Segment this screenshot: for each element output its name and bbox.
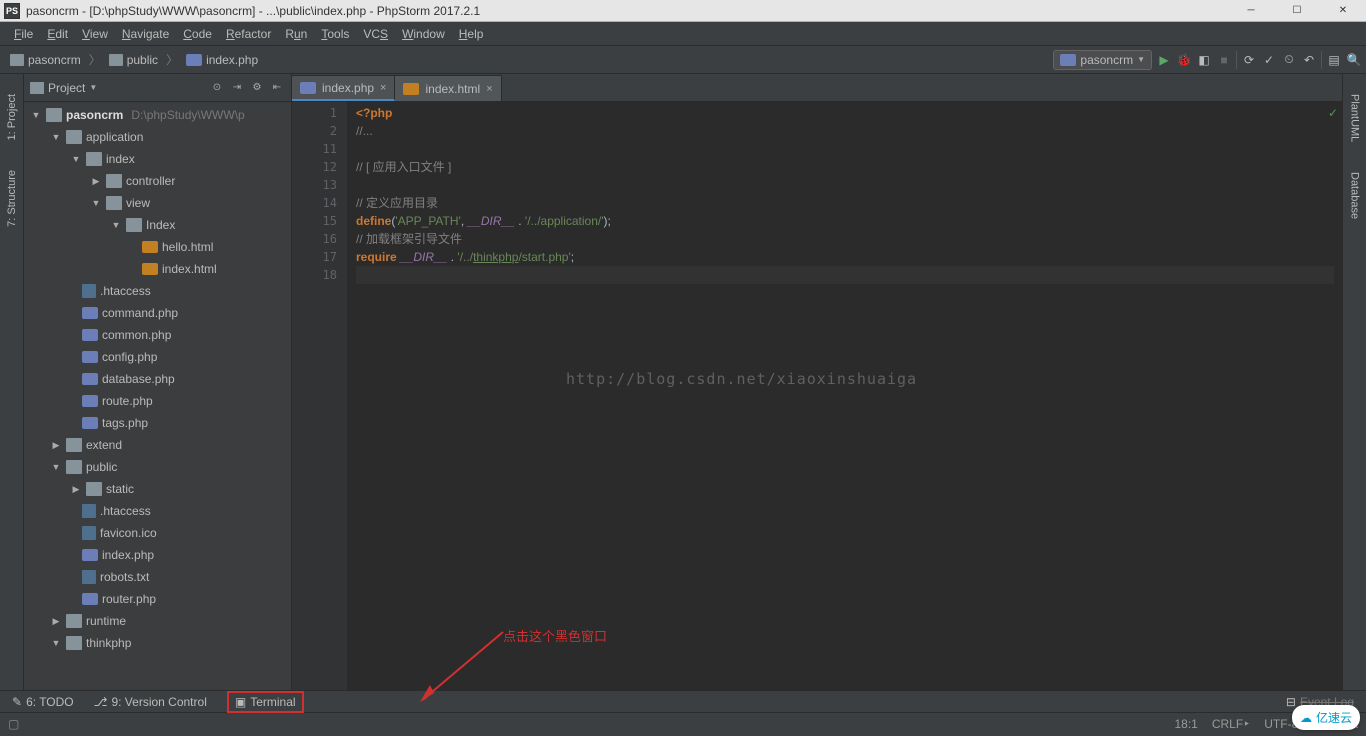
project-panel: Project▼ ⊙ ⇥ ⚙ ⇤ ▼pasoncrmD:\phpStudy\WW… xyxy=(24,74,292,690)
update-project-icon[interactable]: ⟳ xyxy=(1241,52,1257,68)
ico-file-icon xyxy=(82,526,96,540)
left-tool-strip: 1: Project 7: Structure xyxy=(0,74,24,690)
php-file-icon xyxy=(82,373,98,385)
menu-tools[interactable]: Tools xyxy=(315,25,355,43)
php-file-icon xyxy=(82,329,98,341)
breadcrumb: pasoncrm 〉 public 〉 index.php xyxy=(4,51,264,69)
php-file-icon xyxy=(82,593,98,605)
watermark: http://blog.csdn.net/xiaoxinshuaiga xyxy=(566,370,917,388)
php-file-icon xyxy=(82,549,98,561)
navbar: pasoncrm 〉 public 〉 index.php pasoncrm▼ … xyxy=(0,46,1366,74)
right-tool-strip: PlantUML Database xyxy=(1342,74,1366,690)
hide-icon[interactable]: ⇤ xyxy=(269,80,285,96)
structure-tool-button[interactable]: 7: Structure xyxy=(6,170,18,227)
menu-run[interactable]: Run xyxy=(279,25,313,43)
html-file-icon xyxy=(142,241,158,253)
status-icon[interactable]: ▢ xyxy=(8,717,19,731)
txt-file-icon xyxy=(82,570,96,584)
inspection-ok-icon[interactable]: ✓ xyxy=(1328,106,1338,120)
menu-refactor[interactable]: Refactor xyxy=(220,25,277,43)
maximize-button[interactable]: ☐ xyxy=(1274,0,1320,22)
app-icon: PS xyxy=(4,3,20,19)
tab-indexhtml[interactable]: index.html× xyxy=(395,75,501,101)
collapse-icon[interactable]: ⇥ xyxy=(229,80,245,96)
line-separator[interactable]: CRLF‣ xyxy=(1212,717,1250,731)
locate-icon[interactable]: ⊙ xyxy=(209,80,225,96)
structure-icon[interactable]: ▤ xyxy=(1326,52,1342,68)
project-tool-button[interactable]: 1: Project xyxy=(6,94,18,140)
menu-help[interactable]: Help xyxy=(453,25,490,43)
cloud-badge: ☁亿速云 xyxy=(1292,705,1360,730)
close-icon[interactable]: × xyxy=(380,82,386,94)
crumb-folder[interactable]: public xyxy=(103,51,164,69)
php-file-icon xyxy=(82,351,98,363)
php-file-icon xyxy=(82,417,98,429)
gear-icon[interactable]: ⚙ xyxy=(249,80,265,96)
run-button[interactable]: ▶ xyxy=(1156,52,1172,68)
stop-button[interactable]: ■ xyxy=(1216,52,1232,68)
menu-file[interactable]: File xyxy=(8,25,39,43)
editor-area: index.php× index.html× 12111213141516171… xyxy=(292,74,1342,690)
project-tree[interactable]: ▼pasoncrmD:\phpStudy\WWW\p ▼application … xyxy=(24,102,291,690)
menu-code[interactable]: Code xyxy=(177,25,218,43)
menu-view[interactable]: View xyxy=(76,25,114,43)
chevron-right-icon: 〉 xyxy=(89,51,101,68)
html-file-icon xyxy=(142,263,158,275)
coverage-button[interactable]: ◧ xyxy=(1196,52,1212,68)
menubar: File Edit View Navigate Code Refactor Ru… xyxy=(0,22,1366,46)
revert-icon[interactable]: ↶ xyxy=(1301,52,1317,68)
search-icon[interactable]: 🔍 xyxy=(1346,52,1362,68)
commit-icon[interactable]: ✓ xyxy=(1261,52,1277,68)
php-file-icon xyxy=(82,395,98,407)
titlebar: PS pasoncrm - [D:\phpStudy\WWW\pasoncrm]… xyxy=(0,0,1366,22)
vcs-tool-button[interactable]: ⎇9: Version Control xyxy=(94,695,207,709)
caret-position[interactable]: 18:1 xyxy=(1174,717,1197,731)
menu-edit[interactable]: Edit xyxy=(41,25,74,43)
minimize-button[interactable]: ─ xyxy=(1228,0,1274,22)
menu-vcs[interactable]: VCS xyxy=(357,25,394,43)
bottom-tools: ✎6: TODO ⎇9: Version Control ▣Terminal ⊟… xyxy=(0,690,1366,712)
annotation-text: 点击这个黑色窗口 xyxy=(503,626,607,645)
crumb-project[interactable]: pasoncrm xyxy=(4,51,87,69)
file-icon xyxy=(82,284,96,298)
panel-title: Project xyxy=(48,81,85,95)
php-file-icon xyxy=(82,307,98,319)
todo-tool-button[interactable]: ✎6: TODO xyxy=(12,695,74,709)
plantuml-tool-button[interactable]: PlantUML xyxy=(1349,94,1361,142)
terminal-tool-button[interactable]: ▣Terminal xyxy=(227,691,304,713)
file-icon xyxy=(82,504,96,518)
debug-button[interactable]: 🐞 xyxy=(1176,52,1192,68)
database-tool-button[interactable]: Database xyxy=(1349,172,1361,219)
window-title: pasoncrm - [D:\phpStudy\WWW\pasoncrm] - … xyxy=(26,4,480,18)
gutter[interactable]: 121112131415161718 xyxy=(292,102,348,690)
chevron-right-icon: 〉 xyxy=(166,51,178,68)
close-icon[interactable]: × xyxy=(486,83,492,95)
history-icon[interactable]: ⏲ xyxy=(1281,52,1297,68)
statusbar: ▢ 18:1 CRLF‣ UTF-8‣ Git: ma xyxy=(0,712,1366,734)
menu-navigate[interactable]: Navigate xyxy=(116,25,175,43)
menu-window[interactable]: Window xyxy=(396,25,451,43)
crumb-file[interactable]: index.php xyxy=(180,51,264,69)
run-config-select[interactable]: pasoncrm▼ xyxy=(1053,50,1152,70)
tab-indexphp[interactable]: index.php× xyxy=(292,75,395,101)
cloud-icon: ☁ xyxy=(1300,711,1312,725)
code-editor[interactable]: ✓ <?php //... // [ 应用入口文件 ] // 定义应用目录 de… xyxy=(348,102,1342,690)
close-button[interactable]: ✕ xyxy=(1320,0,1366,22)
